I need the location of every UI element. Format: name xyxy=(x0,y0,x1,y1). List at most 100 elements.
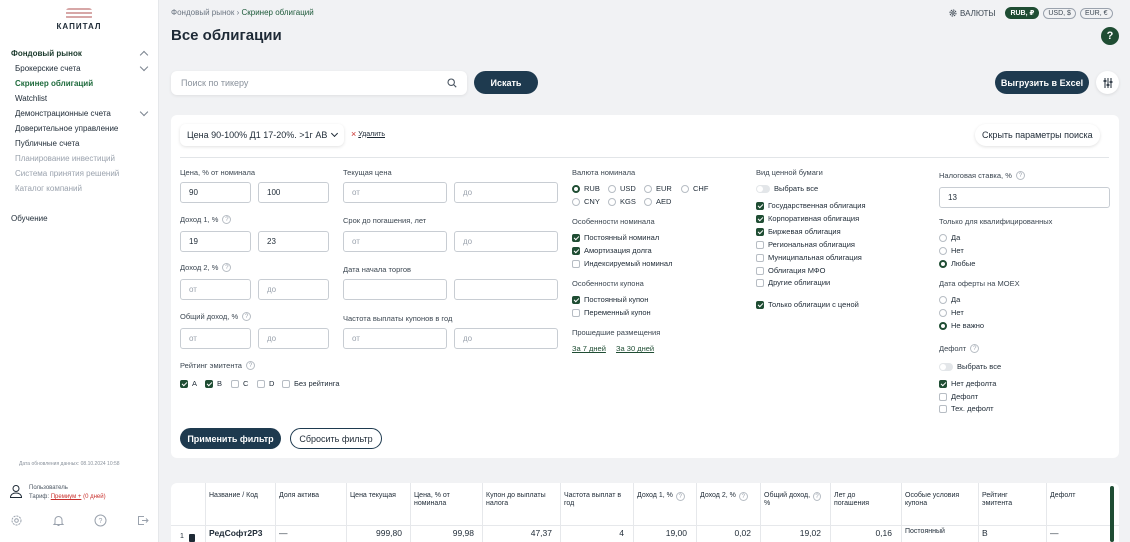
income2-to[interactable]: до xyxy=(258,279,329,300)
search-button[interactable]: Искать xyxy=(474,71,538,94)
maturity-from[interactable]: от xyxy=(343,231,447,252)
help-icon[interactable]: ? xyxy=(675,492,685,501)
logo[interactable]: КАПИТАЛ xyxy=(54,8,104,31)
currency-usd[interactable]: USD, $ xyxy=(1043,7,1076,19)
currency-radio-chf[interactable]: CHF xyxy=(681,184,708,193)
security-type-select-all-toggle[interactable]: Выбрать все xyxy=(756,184,818,193)
currency-radio-usd[interactable]: USD xyxy=(608,184,636,193)
offer-any-radio[interactable]: Не важно xyxy=(939,321,984,330)
help-icon[interactable]: ? xyxy=(222,215,232,224)
column-header[interactable]: Название / Код xyxy=(209,492,269,500)
price-nominal-to[interactable]: 100 xyxy=(258,182,329,203)
tax-rate-input[interactable]: 13 xyxy=(939,187,1110,208)
sidebar-item-learning[interactable]: Обучение xyxy=(11,214,48,223)
mfo-bond-checkbox[interactable]: Облигация МФО xyxy=(756,266,825,275)
scrollbar[interactable] xyxy=(1110,486,1114,542)
cell-name[interactable]: РедСофт2Р3 xyxy=(209,528,269,538)
sidebar-item[interactable]: Брокерские счета xyxy=(0,61,159,76)
amortization-checkbox[interactable]: Амортизация долга xyxy=(572,246,652,255)
current-price-from[interactable]: от xyxy=(343,182,447,203)
total-income-from[interactable]: от xyxy=(180,328,251,349)
reset-filter-button[interactable]: Сбросить фильтр xyxy=(290,428,382,449)
default-select-all-toggle[interactable]: Выбрать все xyxy=(939,362,1001,371)
sidebar-item[interactable]: Доверительное управление xyxy=(0,121,159,136)
corp-bond-checkbox[interactable]: Корпоративная облигация xyxy=(756,214,859,223)
bell-icon[interactable] xyxy=(52,514,65,527)
coupon-freq-from[interactable]: от xyxy=(343,328,447,349)
search-input[interactable] xyxy=(181,78,421,88)
sidebar-item[interactable]: Фондовый рынок xyxy=(0,46,159,61)
column-header[interactable]: Лет до погашения xyxy=(834,492,892,508)
with-price-checkbox[interactable]: Только облигации с ценой xyxy=(756,300,859,309)
help-icon[interactable]: ? xyxy=(970,344,980,353)
no-default-checkbox[interactable]: Нет дефолта xyxy=(939,379,996,388)
rating-b-checkbox[interactable]: B xyxy=(205,379,222,388)
rating-a-checkbox[interactable]: A xyxy=(180,379,197,388)
page-help-icon[interactable]: ? xyxy=(1101,27,1119,45)
rating-none-checkbox[interactable]: Без рейтинга xyxy=(282,379,340,388)
income1-to[interactable]: 23 xyxy=(258,231,329,252)
trade-start-from[interactable] xyxy=(343,279,447,300)
tariff-link[interactable]: Премиум + xyxy=(51,494,82,500)
offer-yes-radio[interactable]: Да xyxy=(939,295,960,304)
help-icon[interactable]: ? xyxy=(245,361,255,370)
search-icon[interactable] xyxy=(447,78,457,88)
qualified-no-radio[interactable]: Нет xyxy=(939,246,964,255)
column-header[interactable]: Доход 2, %? xyxy=(700,492,751,501)
trade-start-to[interactable] xyxy=(454,279,558,300)
sidebar-item[interactable]: Планирование инвестиций xyxy=(0,151,159,166)
column-header[interactable]: Цена, % от номинала xyxy=(414,492,474,508)
municipal-bond-checkbox[interactable]: Муниципальная облигация xyxy=(756,253,862,262)
chevron-down-icon[interactable] xyxy=(139,107,149,117)
coupon-freq-to[interactable]: до xyxy=(454,328,558,349)
currency-radio-kgs[interactable]: KGS xyxy=(608,197,636,206)
settings-icon[interactable] xyxy=(10,514,23,527)
past-30-days-link[interactable]: За 30 дней xyxy=(616,344,654,353)
past-7-days-link[interactable]: За 7 дней xyxy=(572,344,606,353)
export-excel-button[interactable]: Выгрузить в Excel xyxy=(995,71,1089,94)
column-header[interactable]: Рейтинг эмитента xyxy=(982,492,1037,508)
column-header[interactable]: Доход 1, %? xyxy=(637,492,687,501)
help-icon[interactable]: ? xyxy=(242,312,252,321)
column-settings-button[interactable] xyxy=(1096,71,1119,94)
sidebar-item[interactable]: Публичные счета xyxy=(0,136,159,151)
hide-search-params-button[interactable]: Скрыть параметры поиска xyxy=(975,124,1100,146)
constant-nominal-checkbox[interactable]: Постоянный номинал xyxy=(572,233,659,242)
exchange-bond-checkbox[interactable]: Биржевая облигация xyxy=(756,227,841,236)
help-icon[interactable]: ? xyxy=(222,263,232,272)
sidebar-item[interactable]: Скринер облигаций xyxy=(0,76,159,91)
currency-radio-rub[interactable]: RUB xyxy=(572,184,600,193)
rating-c-checkbox[interactable]: C xyxy=(231,379,248,388)
column-header[interactable]: Частота выплат в год xyxy=(564,492,624,508)
currency-eur[interactable]: EUR, € xyxy=(1079,7,1113,19)
regional-bond-checkbox[interactable]: Региональная облигация xyxy=(756,240,855,249)
help-icon[interactable]: ? xyxy=(94,514,107,527)
currency-rub[interactable]: RUB, ₽ xyxy=(1005,7,1040,19)
column-header[interactable]: Дефолт xyxy=(1050,492,1098,500)
chevron-down-icon[interactable] xyxy=(139,62,149,72)
offer-no-radio[interactable]: Нет xyxy=(939,308,964,317)
current-price-to[interactable]: до xyxy=(454,182,558,203)
sidebar-item[interactable]: Система принятия решений xyxy=(0,166,159,181)
other-bond-checkbox[interactable]: Другие облигации xyxy=(756,278,830,287)
help-icon[interactable]: ? xyxy=(738,492,748,501)
user-block[interactable]: Пользователь Тариф: Премиум + (0 дней) xyxy=(9,484,106,502)
indexed-nominal-checkbox[interactable]: Индексируемый номинал xyxy=(572,259,672,268)
column-header[interactable]: Особые условия купона xyxy=(905,492,969,508)
gov-bond-checkbox[interactable]: Государственная облигация xyxy=(756,201,866,210)
currency-radio-aed[interactable]: AED xyxy=(644,197,671,206)
column-header[interactable]: Доля актива xyxy=(279,492,339,500)
logout-icon[interactable] xyxy=(136,514,149,527)
rating-d-checkbox[interactable]: D xyxy=(257,379,274,388)
qualified-any-radio[interactable]: Любые xyxy=(939,259,975,268)
column-header[interactable]: Купон до выплаты налога xyxy=(486,492,552,508)
delete-preset-link[interactable]: × Удалить xyxy=(351,129,385,139)
column-header[interactable]: Цена текущая xyxy=(350,492,402,500)
chevron-up-icon[interactable] xyxy=(139,50,149,60)
total-income-to[interactable]: до xyxy=(258,328,329,349)
price-nominal-from[interactable]: 90 xyxy=(180,182,251,203)
help-icon[interactable]: ? xyxy=(813,492,821,501)
help-icon[interactable]: ? xyxy=(1015,171,1025,180)
column-header[interactable]: Общий доход, %? xyxy=(764,492,821,508)
variable-coupon-checkbox[interactable]: Переменный купон xyxy=(572,308,651,317)
